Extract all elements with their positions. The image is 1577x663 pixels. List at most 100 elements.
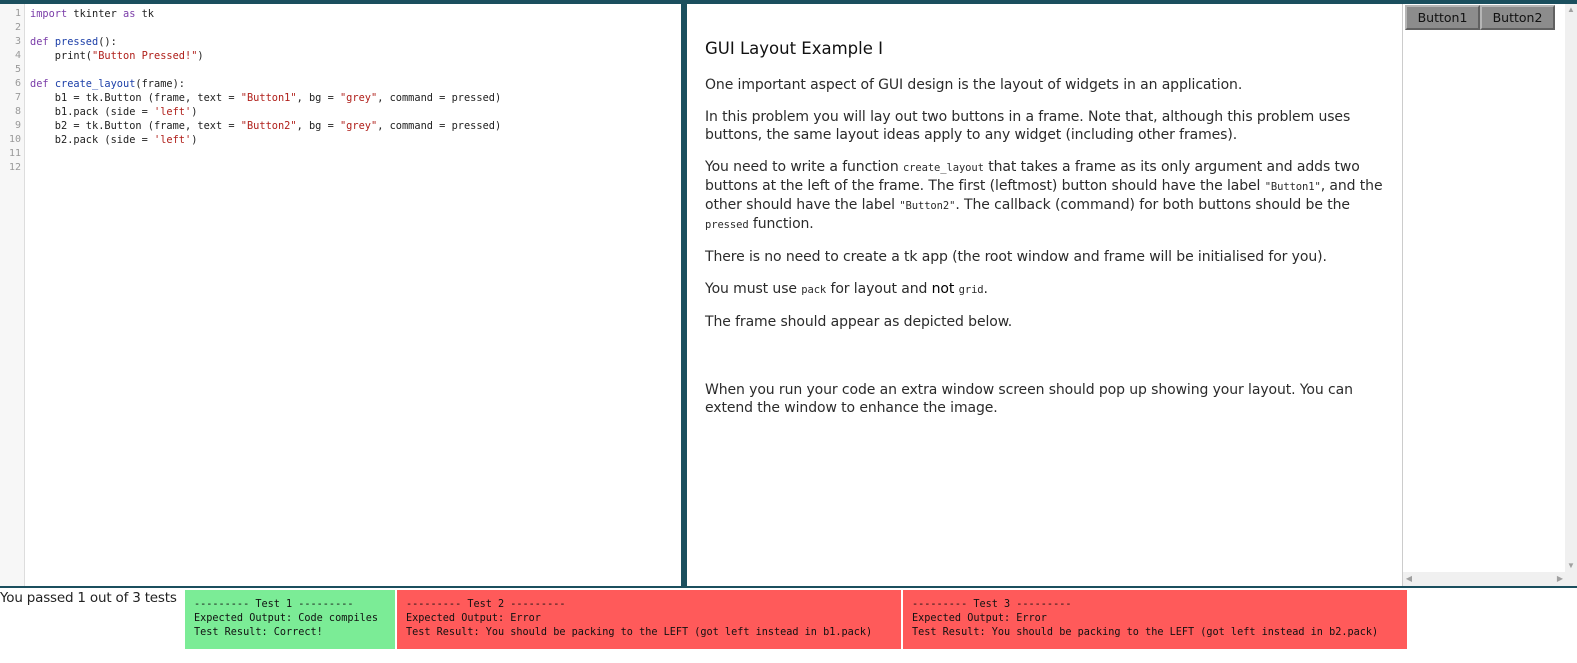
code-text: , bg = [296, 120, 340, 132]
description-text: You need to write a function [705, 159, 903, 175]
test-result-3: --------- Test 3 --------- Expected Outpu… [903, 590, 1407, 649]
description-paragraph: In this problem you will lay out two but… [705, 109, 1351, 143]
code-keyword: def [30, 36, 49, 48]
image-placeholder [705, 345, 1384, 381]
inline-code: pack [801, 284, 827, 296]
code-text: print( [30, 50, 92, 62]
code-keyword: as [123, 8, 136, 20]
test-header: --------- Test 2 --------- [406, 599, 566, 610]
code-line[interactable]: b2.pack (side = 'left') [30, 133, 681, 147]
description-text: . [983, 281, 988, 297]
code-content[interactable]: import tkinter as tk def pressed(): prin… [30, 7, 681, 175]
vertical-scrollbar[interactable]: ▲ ▼ [1565, 4, 1577, 572]
code-line[interactable]: def create_layout(frame): [30, 77, 681, 91]
description-paragraph: The frame should appear as depicted belo… [705, 314, 1013, 330]
code-text: ) [197, 50, 204, 62]
code-text: b2.pack (side = [30, 134, 154, 146]
code-line[interactable] [30, 161, 681, 175]
inline-code: "Button1" [1264, 181, 1321, 193]
tk-button-1[interactable]: Button1 [1405, 5, 1480, 30]
code-text: (frame): [135, 78, 186, 90]
tk-button-2[interactable]: Button2 [1480, 5, 1555, 30]
description-paragraph: You need to write a function create_layo… [705, 158, 1384, 234]
tk-frame-preview: Button1 Button2 [1405, 5, 1555, 30]
code-line[interactable]: b2 = tk.Button (frame, text = "Button2",… [30, 119, 681, 133]
code-text: b1 = tk.Button (frame, text = [30, 92, 241, 104]
test-result-1: --------- Test 1 --------- Expected Outpu… [185, 590, 395, 649]
test-expected: Expected Output: Code compiles [194, 613, 379, 624]
line-number: 12 [8, 162, 21, 173]
inline-code: "Button2" [899, 200, 956, 212]
code-text: b1.pack (side = [30, 106, 154, 118]
triangle-left-icon[interactable]: ◀ [1403, 572, 1415, 586]
code-string: 'left' [154, 134, 192, 146]
triangle-up-icon[interactable]: ▲ [1565, 4, 1577, 16]
code-line[interactable] [30, 147, 681, 161]
code-editor[interactable]: 1 2 3 4 5 6 7 8 9 10 11 12 import tkinte… [0, 4, 681, 586]
line-number: 9 [14, 120, 21, 131]
code-function-name: create_layout [54, 78, 136, 90]
description-text: function. [748, 216, 814, 232]
code-string: "Button1" [240, 92, 297, 104]
code-line[interactable]: b1.pack (side = 'left') [30, 105, 681, 119]
code-line[interactable] [30, 63, 681, 77]
code-text: , command = pressed) [377, 120, 502, 132]
code-line[interactable]: import tkinter as tk [30, 7, 681, 21]
scrollbar-corner [1565, 572, 1577, 586]
line-number: 4 [14, 50, 21, 61]
problem-description: GUI Layout Example I One important aspec… [687, 4, 1402, 586]
code-line[interactable]: b1 = tk.Button (frame, text = "Button1",… [30, 91, 681, 105]
code-string: "grey" [339, 120, 378, 132]
test-outcome: Test Result: Correct! [194, 627, 323, 638]
description-paragraph: You must use pack for layout and not gri… [705, 280, 1384, 299]
output-preview-pane[interactable]: Button1 Button2 ▲ ▼ ◀ ▶ [1402, 4, 1577, 586]
results-divider [0, 586, 1577, 588]
code-keyword: import [30, 8, 68, 20]
code-function-name: pressed [54, 36, 99, 48]
triangle-down-icon[interactable]: ▼ [1565, 560, 1577, 572]
inline-code: pressed [705, 219, 749, 231]
line-number: 1 [14, 8, 21, 19]
problem-title: GUI Layout Example I [705, 39, 884, 58]
code-text: , command = pressed) [377, 92, 502, 104]
description-text: . The callback (command) for both button… [955, 197, 1350, 213]
code-text: ) [191, 106, 198, 118]
code-text: ) [191, 134, 198, 146]
test-expected: Expected Output: Error [406, 613, 541, 624]
test-summary: You passed 1 out of 3 tests [0, 590, 177, 606]
test-outcome: Test Result: You should be packing to th… [912, 627, 1379, 638]
horizontal-scrollbar[interactable]: ◀ ▶ [1403, 572, 1566, 586]
line-number: 6 [14, 78, 21, 89]
test-expected: Expected Output: Error [912, 613, 1047, 624]
code-text: tkinter [67, 8, 123, 20]
code-text: (): [98, 36, 117, 48]
code-string: "Button Pressed!" [92, 50, 198, 62]
description-paragraph: One important aspect of GUI design is th… [705, 77, 1243, 93]
description-paragraph: There is no need to create a tk app (the… [705, 249, 1327, 265]
test-header: --------- Test 1 --------- [194, 599, 354, 610]
description-paragraph: When you run your code an extra window s… [705, 382, 1353, 416]
inline-code: grid [958, 284, 984, 296]
line-number: 2 [14, 22, 21, 33]
test-result-2: --------- Test 2 --------- Expected Outpu… [397, 590, 901, 649]
code-text: tk [135, 8, 155, 20]
code-text: b2 = tk.Button (frame, text = [30, 120, 241, 132]
test-header: --------- Test 3 --------- [912, 599, 1072, 610]
code-line[interactable]: print("Button Pressed!") [30, 49, 681, 63]
line-number: 7 [14, 92, 21, 103]
code-string: "grey" [339, 92, 378, 104]
emphasis-text: not [931, 281, 955, 297]
code-line[interactable] [30, 21, 681, 35]
line-number-gutter: 1 2 3 4 5 6 7 8 9 10 11 12 [0, 4, 25, 586]
line-number: 5 [14, 64, 21, 75]
test-outcome: Test Result: You should be packing to th… [406, 627, 873, 638]
line-number: 8 [14, 106, 21, 117]
description-text: for layout and [826, 281, 932, 297]
code-line[interactable]: def pressed(): [30, 35, 681, 49]
code-string: 'left' [154, 106, 192, 118]
description-text: You must use [705, 281, 802, 297]
line-number: 3 [14, 36, 21, 47]
line-number: 11 [8, 148, 21, 159]
inline-code: create_layout [902, 162, 984, 174]
code-string: "Button2" [240, 120, 297, 132]
